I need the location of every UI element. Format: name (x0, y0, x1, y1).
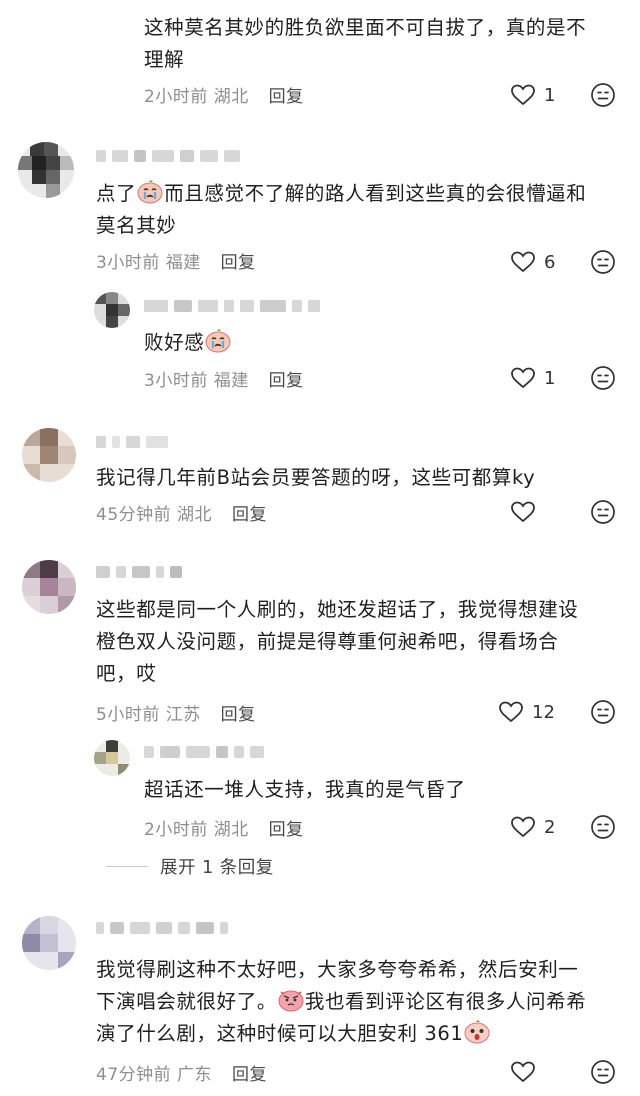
like-button[interactable] (510, 500, 564, 524)
heart-icon (511, 501, 535, 523)
avatar[interactable] (22, 428, 76, 482)
like-count: 6 (544, 251, 556, 273)
like-button[interactable]: 12 (498, 700, 555, 724)
comment-text: 这些都是同一个人刷的，她还发超话了，我觉得想建设 橙色双人没问题，前提是得尊重何… (96, 598, 579, 685)
heart-icon (511, 367, 535, 389)
reply-text: 败好感 (144, 327, 232, 359)
heart-icon (511, 1061, 535, 1083)
username-blurred[interactable] (96, 922, 228, 934)
expand-replies-button[interactable]: 展开 1 条回复 (106, 854, 274, 879)
like-count: 1 (544, 84, 556, 106)
heart-icon (511, 84, 535, 106)
dislike-button[interactable] (590, 699, 616, 729)
neutral-face-icon (591, 250, 615, 274)
dislike-button[interactable] (590, 365, 616, 395)
reply-button[interactable]: 回复 (232, 1065, 267, 1085)
comment-meta: 5小时前 江苏 回复 (96, 705, 256, 725)
like-button[interactable]: 2 (510, 815, 564, 839)
like-button[interactable]: 1 (510, 366, 564, 390)
neutral-face-icon (591, 700, 615, 724)
angry-emoji-icon (278, 990, 304, 1012)
expand-replies-label: 展开 1 条回复 (160, 858, 274, 878)
neutral-face-icon (591, 83, 615, 107)
like-count: 2 (544, 816, 556, 838)
heart-icon (499, 701, 523, 723)
reply-button[interactable]: 回复 (269, 371, 304, 391)
like-count: 1 (544, 367, 556, 389)
like-button[interactable]: 6 (510, 250, 564, 274)
crying-emoji-icon (205, 329, 231, 353)
avatar[interactable] (22, 560, 76, 614)
avatar[interactable] (22, 916, 76, 970)
dislike-button[interactable] (590, 82, 616, 112)
avatar[interactable] (94, 292, 130, 328)
username-blurred[interactable] (96, 150, 240, 162)
neutral-face-icon (591, 1060, 615, 1084)
username-blurred[interactable] (144, 300, 320, 312)
comment-meta: 3小时前 福建 回复 (96, 253, 256, 273)
comment-meta: 47分钟前 广东 回复 (96, 1065, 267, 1085)
dislike-button[interactable] (590, 1059, 616, 1089)
comment-text: 我记得几年前B站会员要答题的呀，这些可都算ky (96, 466, 536, 489)
reply-button[interactable]: 回复 (269, 87, 304, 107)
comment-text: 这种莫名其妙的胜负欲里面不可自拔了，真的是不 理解 (144, 16, 587, 71)
dislike-button[interactable] (590, 499, 616, 529)
reply-button[interactable]: 回复 (269, 820, 304, 840)
reply-text: 超话还一堆人支持，我真的是气昏了 (144, 778, 466, 801)
heart-icon (511, 251, 535, 273)
neutral-face-icon (591, 815, 615, 839)
shocked-emoji-icon (464, 1020, 490, 1044)
expand-divider (106, 866, 148, 867)
dislike-button[interactable] (590, 814, 616, 844)
comment-text: 我觉得刷这种不太好吧，大家多夸夸希希，然后安利一 下演唱会就很好了。 我也看到评论… (96, 958, 587, 1045)
like-button[interactable]: 1 (510, 83, 564, 107)
neutral-face-icon (591, 366, 615, 390)
crying-emoji-icon (137, 180, 163, 204)
username-blurred[interactable] (96, 436, 168, 448)
dislike-button[interactable] (590, 249, 616, 279)
reply-button[interactable]: 回复 (221, 253, 256, 273)
comment-meta: 45分钟前 湖北 回复 (96, 505, 267, 525)
like-button[interactable] (510, 1060, 564, 1084)
avatar[interactable] (94, 740, 130, 776)
like-count: 12 (532, 701, 555, 723)
avatar[interactable] (18, 142, 74, 198)
comment-text: 点了 而且感觉不了解的路人看到这些真的会很懵逼和 莫名其妙 (96, 180, 587, 237)
reply-meta: 3小时前 福建 回复 (144, 371, 304, 391)
heart-icon (511, 816, 535, 838)
reply-button[interactable]: 回复 (221, 705, 256, 725)
neutral-face-icon (591, 500, 615, 524)
username-blurred[interactable] (144, 746, 264, 758)
reply-button[interactable]: 回复 (232, 505, 267, 525)
comment-meta: 2小时前 湖北 回复 (144, 87, 304, 107)
reply-meta: 2小时前 湖北 回复 (144, 820, 304, 840)
username-blurred[interactable] (96, 566, 182, 578)
